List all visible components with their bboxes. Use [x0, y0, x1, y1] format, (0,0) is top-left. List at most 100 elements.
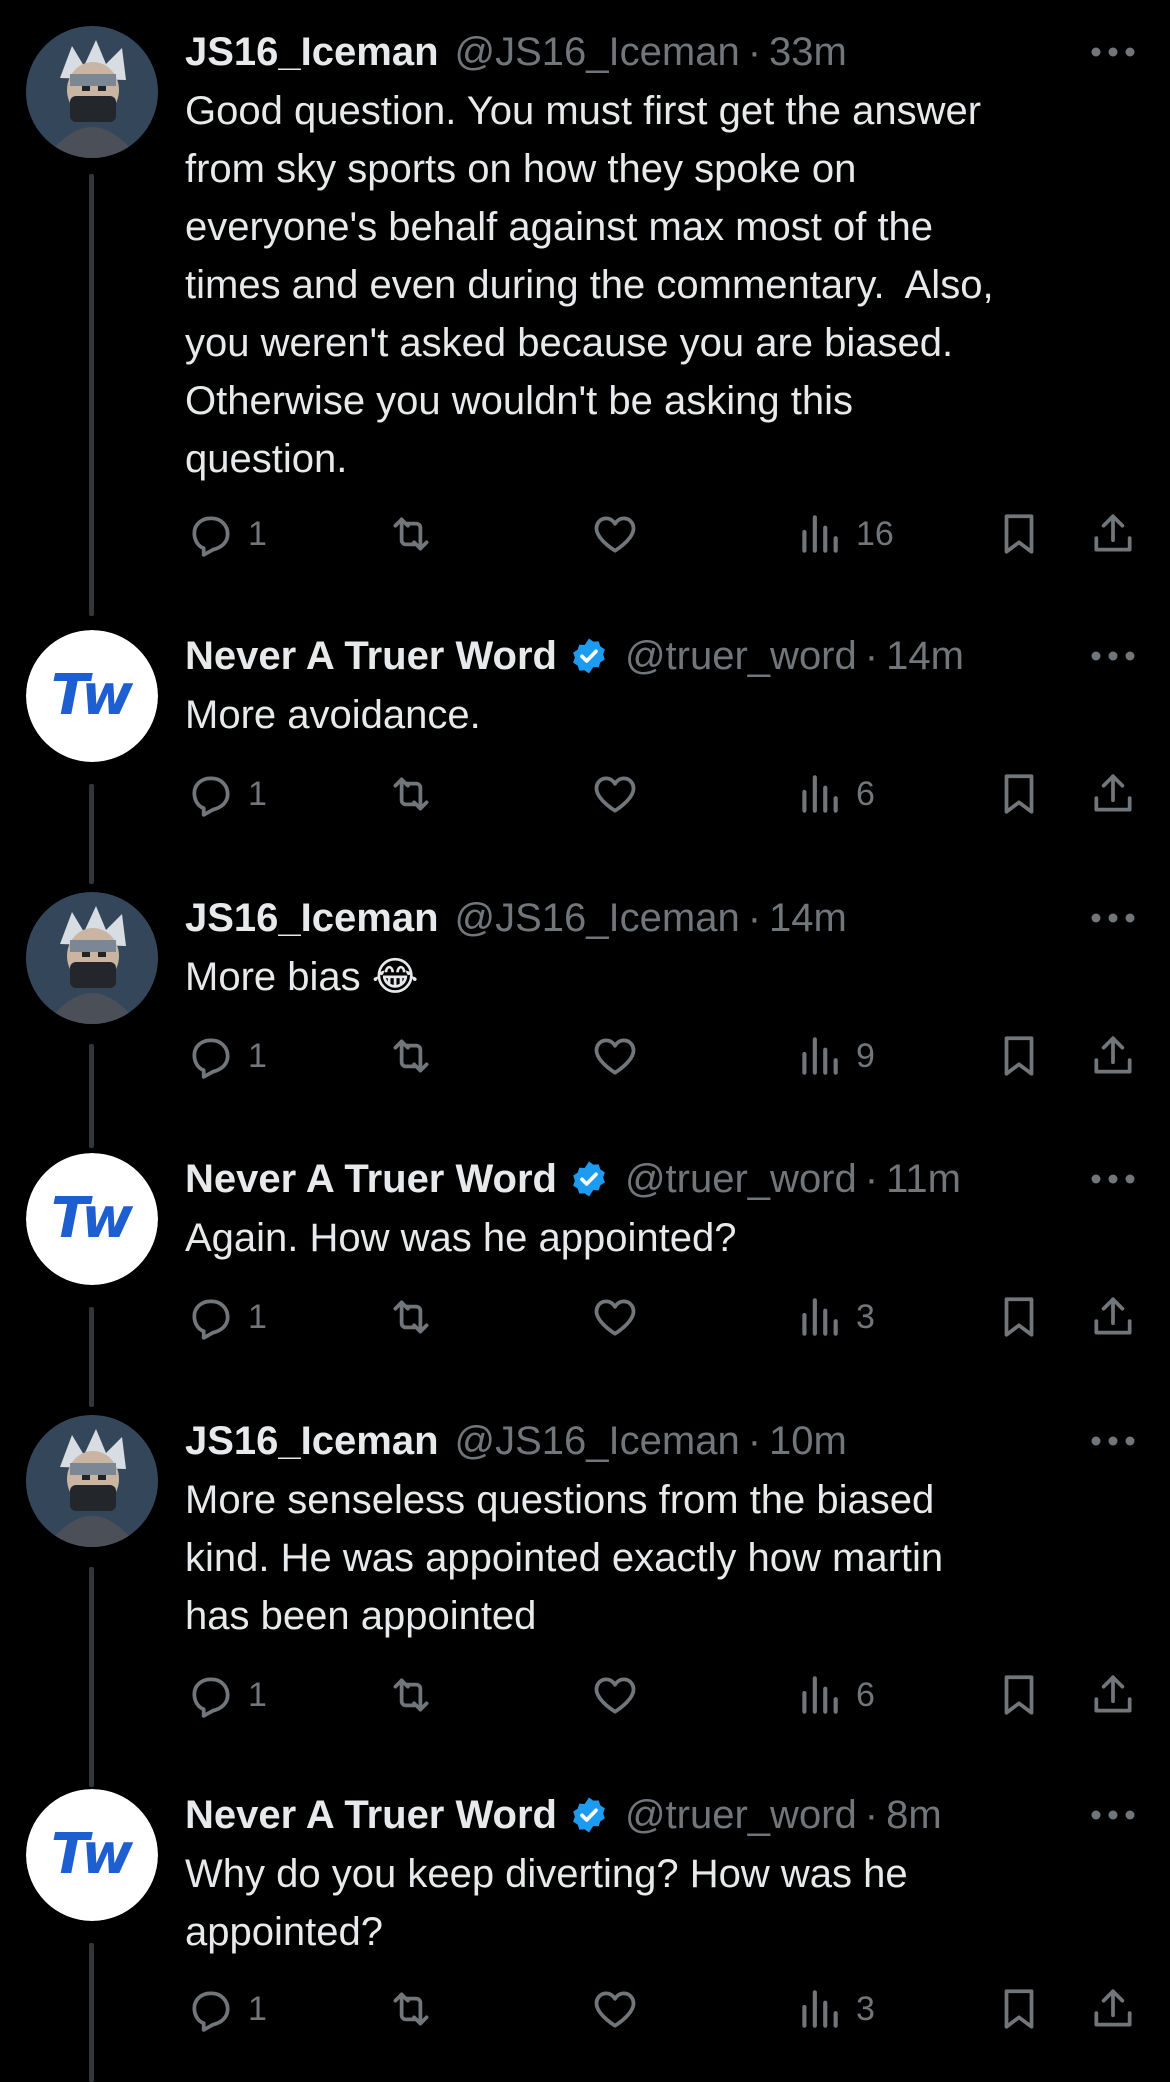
views-button[interactable]: 9 — [794, 1026, 875, 1086]
display-name[interactable]: Never A Truer Word — [185, 630, 557, 682]
views-button[interactable]: 6 — [794, 764, 875, 824]
separator-dot: · — [864, 1157, 879, 1201]
share-icon — [1094, 1297, 1132, 1335]
reply-button[interactable]: 1 — [186, 1026, 267, 1086]
avatar[interactable] — [26, 26, 158, 158]
iceman-avatar-image — [26, 892, 158, 1024]
retweet-button[interactable] — [386, 1026, 436, 1086]
like-button[interactable] — [590, 1026, 640, 1086]
verified-badge-icon — [569, 1795, 609, 1835]
retweet-button[interactable] — [386, 1979, 436, 2039]
avatar[interactable]: Tw — [26, 1789, 158, 1921]
more-icon[interactable] — [1090, 650, 1136, 662]
view-count: 6 — [856, 774, 875, 813]
like-button[interactable] — [590, 764, 640, 824]
tweet-header: Never A Truer Word @truer_word · 8m — [185, 1789, 942, 1841]
more-icon[interactable] — [1090, 912, 1136, 924]
tweet-header: JS16_Iceman @JS16_Iceman · 14m — [185, 892, 847, 944]
views-icon — [802, 515, 838, 553]
view-count: 9 — [856, 1036, 875, 1075]
share-button[interactable] — [1088, 764, 1138, 824]
views-icon — [802, 1676, 838, 1714]
user-handle[interactable]: @JS16_Iceman — [455, 26, 740, 78]
timestamp[interactable]: 8m — [886, 1789, 942, 1841]
share-button[interactable] — [1088, 1979, 1138, 2039]
user-handle[interactable]: @JS16_Iceman — [455, 1415, 740, 1467]
user-handle[interactable]: @truer_word — [625, 1153, 857, 1205]
reply-count: 1 — [248, 1297, 267, 1336]
display-name[interactable]: JS16_Iceman — [185, 1415, 439, 1467]
avatar[interactable] — [26, 892, 158, 1024]
reply-icon — [192, 1299, 230, 1340]
retweet-button[interactable] — [386, 504, 436, 564]
reply-button[interactable]: 1 — [186, 504, 267, 564]
reply-button[interactable]: 1 — [186, 1665, 267, 1725]
view-count: 16 — [856, 514, 894, 553]
user-handle[interactable]: @JS16_Iceman — [455, 892, 740, 944]
reply-button[interactable]: 1 — [186, 1287, 267, 1347]
display-name[interactable]: JS16_Iceman — [185, 892, 439, 944]
like-button[interactable] — [590, 1665, 640, 1725]
display-name[interactable]: Never A Truer Word — [185, 1153, 557, 1205]
share-icon — [1094, 1675, 1132, 1713]
like-icon — [594, 1299, 636, 1336]
like-button[interactable] — [590, 1979, 640, 2039]
separator-dot: · — [747, 30, 762, 74]
timestamp[interactable]: 33m — [769, 26, 847, 78]
verified-badge-icon — [569, 1159, 609, 1199]
bookmark-icon — [1004, 514, 1034, 554]
like-button[interactable] — [590, 1287, 640, 1347]
timestamp[interactable]: 14m — [769, 892, 847, 944]
action-bar: 1 3 — [0, 1287, 1170, 1347]
action-bar: 1 6 — [0, 1665, 1170, 1725]
display-name[interactable]: Never A Truer Word — [185, 1789, 557, 1841]
reply-button[interactable]: 1 — [186, 1979, 267, 2039]
reply-icon — [192, 776, 230, 817]
retweet-icon — [393, 1678, 429, 1712]
user-handle[interactable]: @truer_word — [625, 1789, 857, 1841]
user-handle[interactable]: @truer_word — [625, 630, 857, 682]
bookmark-icon — [1004, 774, 1034, 814]
bookmark-button[interactable] — [994, 1979, 1044, 2039]
more-icon[interactable] — [1090, 46, 1136, 58]
iceman-avatar-image — [26, 1415, 158, 1547]
separator-dot: · — [864, 634, 879, 678]
retweet-button[interactable] — [386, 1665, 436, 1725]
bookmark-icon — [1004, 1675, 1034, 1715]
reply-count: 1 — [248, 1989, 267, 2028]
like-button[interactable] — [590, 504, 640, 564]
tweet-header: Never A Truer Word @truer_word · 11m — [185, 1153, 961, 1205]
avatar[interactable] — [26, 1415, 158, 1547]
bookmark-button[interactable] — [994, 1287, 1044, 1347]
share-button[interactable] — [1088, 1665, 1138, 1725]
bookmark-button[interactable] — [994, 504, 1044, 564]
views-button[interactable]: 16 — [794, 504, 894, 564]
bookmark-button[interactable] — [994, 1665, 1044, 1725]
retweet-button[interactable] — [386, 764, 436, 824]
more-icon[interactable] — [1090, 1809, 1136, 1821]
more-icon[interactable] — [1090, 1173, 1136, 1185]
timestamp[interactable]: 11m — [886, 1153, 961, 1205]
retweet-button[interactable] — [386, 1287, 436, 1347]
bookmark-button[interactable] — [994, 1026, 1044, 1086]
views-button[interactable]: 3 — [794, 1979, 875, 2039]
separator-dot: · — [747, 1419, 762, 1463]
share-button[interactable] — [1088, 504, 1138, 564]
tweet-text: More bias 😂 — [185, 955, 419, 999]
tw-logo-text: Tw — [51, 663, 133, 728]
avatar[interactable]: Tw — [26, 630, 158, 762]
tw-logo-avatar-image: Tw — [26, 630, 158, 762]
timestamp[interactable]: 14m — [886, 630, 964, 682]
view-count: 6 — [856, 1675, 875, 1714]
timestamp[interactable]: 10m — [769, 1415, 847, 1467]
more-icon[interactable] — [1090, 1435, 1136, 1447]
avatar[interactable]: Tw — [26, 1153, 158, 1285]
share-button[interactable] — [1088, 1287, 1138, 1347]
retweet-icon — [393, 1039, 429, 1073]
share-button[interactable] — [1088, 1026, 1138, 1086]
display-name[interactable]: JS16_Iceman — [185, 26, 439, 78]
views-button[interactable]: 3 — [794, 1287, 875, 1347]
reply-button[interactable]: 1 — [186, 764, 267, 824]
views-button[interactable]: 6 — [794, 1665, 875, 1725]
bookmark-button[interactable] — [994, 764, 1044, 824]
